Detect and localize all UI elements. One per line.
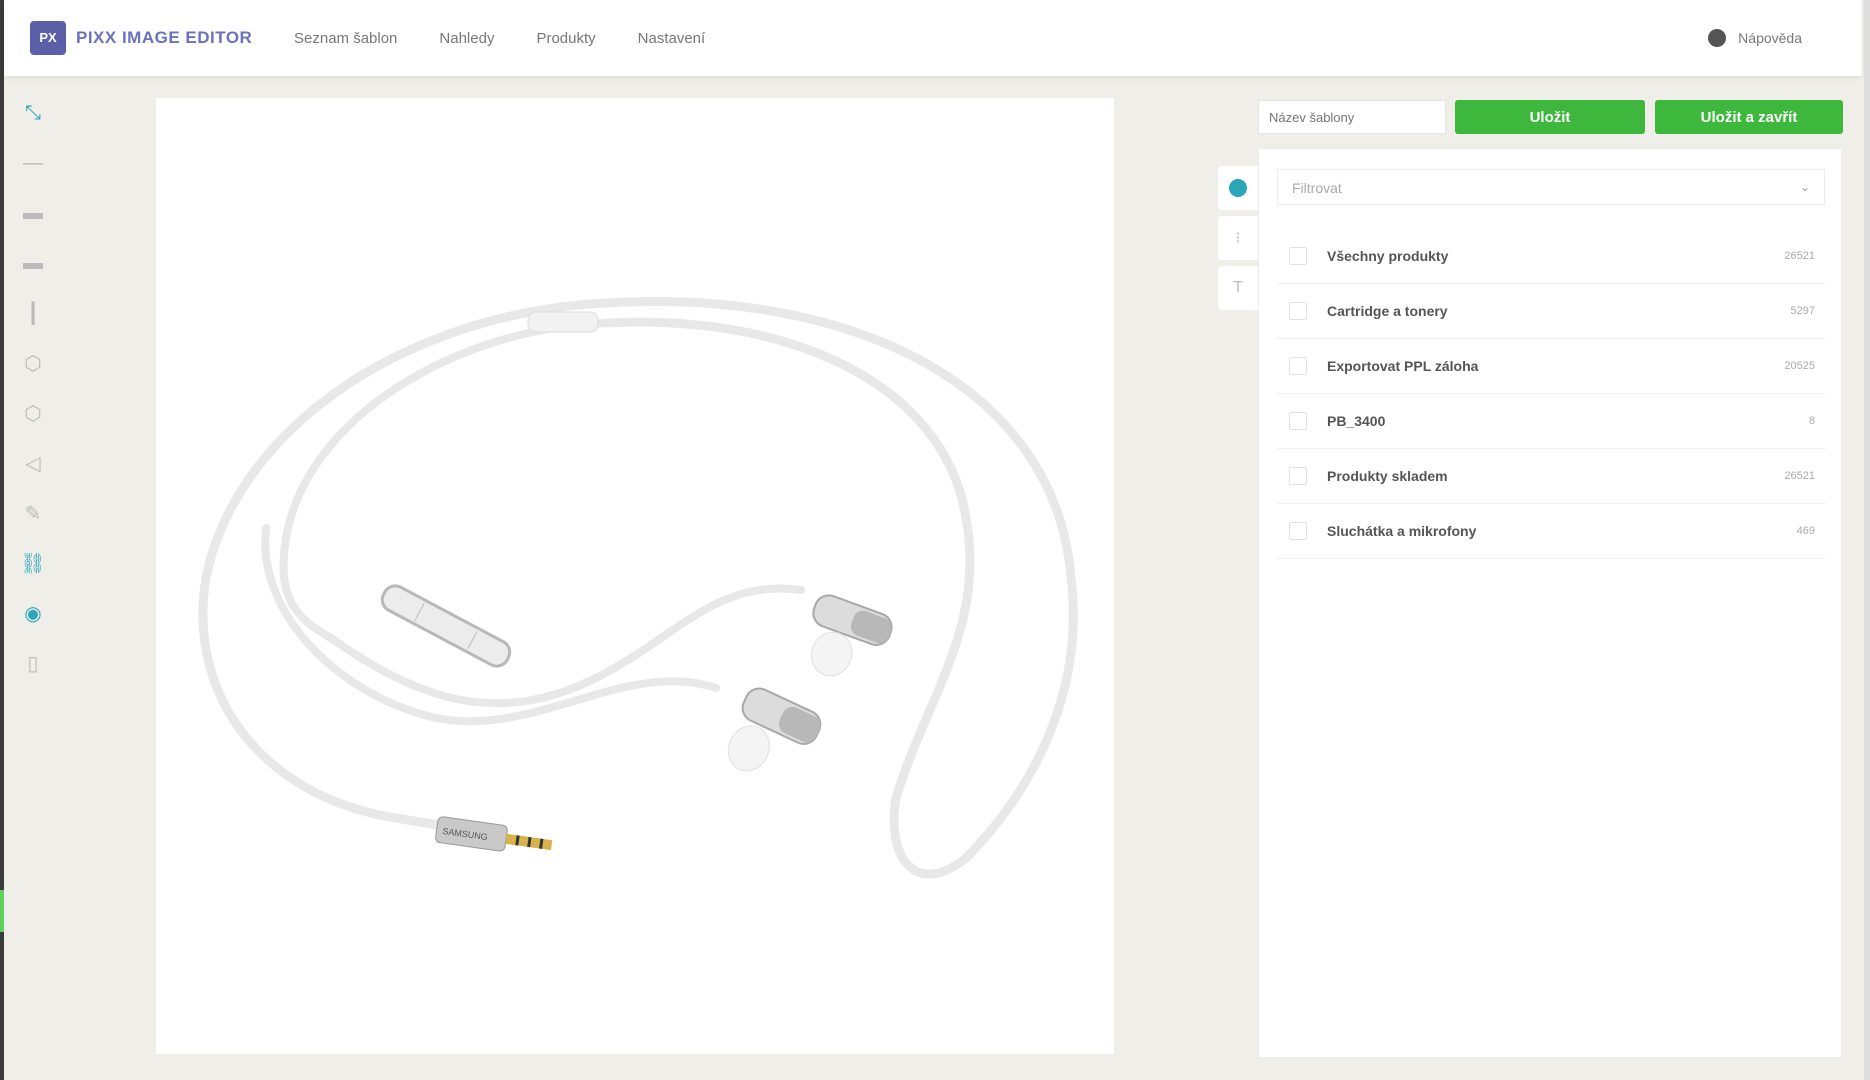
save-close-button[interactable]: Uložit a zavřít <box>1655 100 1843 134</box>
item-count: 8 <box>1808 415 1815 427</box>
eye-dot-icon <box>1229 179 1247 197</box>
item-label: Sluchátka a mikrofony <box>1327 523 1477 539</box>
app-logo-text[interactable]: PIXX IMAGE EDITOR <box>76 28 252 48</box>
item-label: Exportovat PPL záloha <box>1327 358 1479 374</box>
line-medium-icon[interactable]: ▬ <box>14 194 52 232</box>
hexagon-alt-icon[interactable]: ⬡ <box>14 394 52 432</box>
list-item[interactable]: Cartridge a tonery 5297 <box>1277 284 1825 339</box>
checkbox[interactable] <box>1289 467 1307 485</box>
eye-icon[interactable]: ◉ <box>14 594 52 632</box>
select-tool-icon[interactable]: ⤡ <box>14 94 52 132</box>
nav-item-products[interactable]: Produkty <box>536 30 595 47</box>
help-link[interactable]: Nápověda <box>1708 29 1802 47</box>
tab-text[interactable]: T <box>1218 266 1258 310</box>
filter-placeholder: Filtrovat <box>1292 180 1342 196</box>
item-count: 26521 <box>1784 470 1815 482</box>
item-label: Cartridge a tonery <box>1327 303 1448 319</box>
nav-item-previews[interactable]: Nahledy <box>439 30 494 47</box>
vertical-line-icon[interactable]: ┃ <box>14 294 52 332</box>
tool-rail: ⤡ — ▬ ▬ ┃ ⬡ ⬡ ◁ ✎ ⛓ ◉ ▯ <box>14 94 58 694</box>
top-header: PX PIXX IMAGE EDITOR Seznam šablon Nahle… <box>4 0 1862 76</box>
hexagon-icon[interactable]: ⬡ <box>14 344 52 382</box>
panel-side-tabs: ⁝ T <box>1218 166 1258 316</box>
template-name-input[interactable] <box>1258 100 1446 134</box>
list-item[interactable]: Všechny produkty 26521 <box>1277 229 1825 284</box>
edge-indicator <box>0 890 4 932</box>
app-logo-icon[interactable]: PX <box>30 21 66 55</box>
item-count: 20525 <box>1784 360 1815 372</box>
item-count: 26521 <box>1784 250 1815 262</box>
list-item[interactable]: Sluchátka a mikrofony 469 <box>1277 504 1825 559</box>
item-count: 5297 <box>1790 305 1815 317</box>
line-thin-icon[interactable]: — <box>14 144 52 182</box>
share-icon[interactable]: ◁ <box>14 444 52 482</box>
filter-select[interactable]: Filtrovat ⌄ <box>1277 169 1825 205</box>
link-icon[interactable]: ⛓ <box>14 544 52 582</box>
checkbox[interactable] <box>1289 522 1307 540</box>
layer-icon[interactable]: ▯ <box>14 644 52 682</box>
scrollbar-track[interactable] <box>1864 0 1870 1080</box>
nav-item-templates[interactable]: Seznam šablon <box>294 30 397 47</box>
product-filter-panel: Filtrovat ⌄ Všechny produkty 26521 Cartr… <box>1258 148 1842 1058</box>
chevron-down-icon: ⌄ <box>1799 180 1810 194</box>
editor-canvas[interactable]: SAMSUNG <box>156 98 1114 1054</box>
line-thick-icon[interactable]: ▬ <box>14 244 52 282</box>
checkbox[interactable] <box>1289 412 1307 430</box>
product-group-list: Všechny produkty 26521 Cartridge a toner… <box>1277 229 1825 559</box>
item-label: Produkty skladem <box>1327 468 1448 484</box>
pen-icon[interactable]: ✎ <box>14 494 52 532</box>
save-button[interactable]: Uložit <box>1455 100 1645 134</box>
list-item[interactable]: Exportovat PPL záloha 20525 <box>1277 339 1825 394</box>
main-nav: Seznam šablon Nahledy Produkty Nastavení <box>294 30 705 47</box>
earphones-image: SAMSUNG <box>198 297 1078 879</box>
list-item[interactable]: PB_3400 8 <box>1277 394 1825 449</box>
item-label: Všechny produkty <box>1327 248 1449 264</box>
tab-visibility[interactable] <box>1218 166 1258 210</box>
checkbox[interactable] <box>1289 357 1307 375</box>
help-label: Nápověda <box>1738 30 1802 46</box>
item-label: PB_3400 <box>1327 413 1386 429</box>
user-icon <box>1708 29 1727 47</box>
window-left-edge <box>0 0 4 1080</box>
item-count: 469 <box>1796 525 1815 537</box>
nav-item-settings[interactable]: Nastavení <box>638 30 706 47</box>
checkbox[interactable] <box>1289 302 1307 320</box>
list-item[interactable]: Produkty skladem 26521 <box>1277 449 1825 504</box>
checkbox[interactable] <box>1289 247 1307 265</box>
tab-layers[interactable]: ⁝ <box>1218 216 1258 260</box>
